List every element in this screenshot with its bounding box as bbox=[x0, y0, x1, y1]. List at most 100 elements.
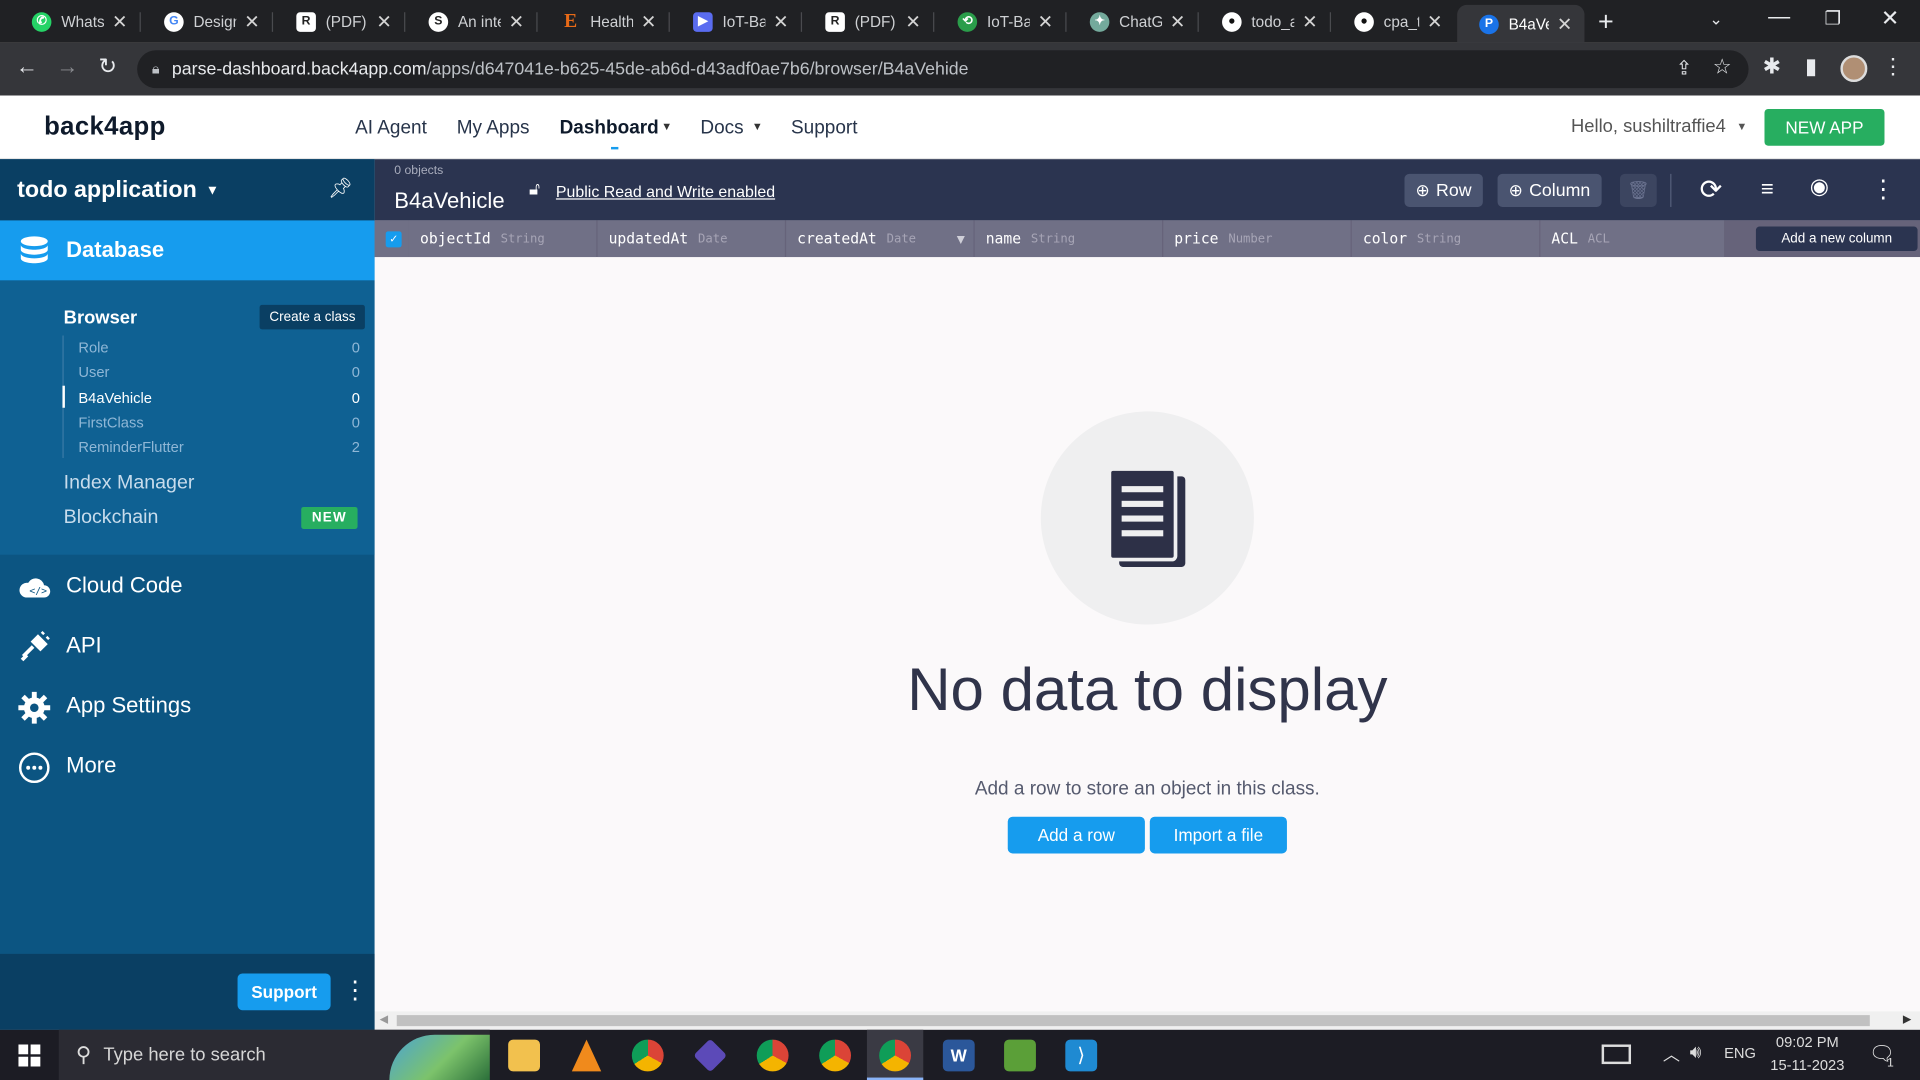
browser-tab[interactable]: ✆ Whats/ ✕ bbox=[10, 5, 140, 38]
close-tab-icon[interactable]: ✕ bbox=[376, 10, 391, 33]
browser-menu-icon[interactable]: ⋮ bbox=[1878, 54, 1907, 80]
windows-start-icon[interactable] bbox=[18, 1044, 41, 1067]
column-header[interactable]: color String bbox=[1351, 220, 1540, 258]
file-explorer-icon[interactable] bbox=[508, 1039, 540, 1072]
clock-time[interactable]: 09:02 PM bbox=[1771, 1033, 1844, 1050]
column-header[interactable]: price Number bbox=[1163, 220, 1351, 258]
import-file-button[interactable]: Import a file bbox=[1149, 816, 1287, 854]
column-header[interactable]: createdAt Date ▼ bbox=[786, 220, 974, 258]
browser-tab[interactable]: R (PDF) T ✕ bbox=[274, 5, 404, 38]
add-row-button[interactable]: ⊕ Row bbox=[1404, 173, 1483, 207]
tab-search-icon[interactable]: ⌄ bbox=[1709, 10, 1722, 30]
sidebar-item-app-settings[interactable]: App Settings bbox=[66, 693, 191, 719]
sidebar-item-cloud-code[interactable]: Cloud Code bbox=[66, 573, 182, 599]
notepad-plus-icon[interactable] bbox=[1004, 1039, 1036, 1072]
clock-date[interactable]: 15-11-2023 bbox=[1763, 1057, 1851, 1074]
chrome-profile-icon[interactable] bbox=[756, 1039, 789, 1072]
close-tab-icon[interactable]: ✕ bbox=[641, 10, 656, 33]
chrome-profile-icon[interactable] bbox=[819, 1039, 852, 1072]
language-indicator[interactable]: ENG bbox=[1724, 1044, 1756, 1061]
url-field[interactable]: 🔒︎ parse-dashboard.back4app.com/apps/d64… bbox=[137, 50, 1749, 89]
pin-icon[interactable]: 📌︎ bbox=[328, 176, 353, 200]
scroll-left-icon[interactable]: ◀ bbox=[380, 1013, 388, 1026]
side-panel-icon[interactable]: ▮ bbox=[1796, 54, 1825, 80]
new-app-button[interactable]: NEW APP bbox=[1764, 108, 1885, 146]
nav-support[interactable]: Support bbox=[791, 118, 857, 140]
nav-ai-agent[interactable]: AI Agent bbox=[355, 118, 427, 140]
close-tab-icon[interactable]: ✕ bbox=[1302, 10, 1317, 33]
browser-tab[interactable]: ● cpa_ta ✕ bbox=[1332, 5, 1454, 38]
taskbar-search-box[interactable]: ⚲ Type here to search bbox=[58, 1029, 490, 1080]
forward-icon[interactable]: → bbox=[53, 54, 82, 80]
volume-icon[interactable]: 🔊︎ bbox=[1690, 1042, 1702, 1063]
close-tab-icon[interactable]: ✕ bbox=[905, 10, 920, 33]
extensions-icon[interactable]: ✱ bbox=[1757, 54, 1786, 80]
column-header[interactable]: updatedAt Date bbox=[597, 220, 785, 258]
close-tab-icon[interactable]: ✕ bbox=[244, 10, 259, 33]
sidebar-item-api[interactable]: API bbox=[66, 633, 102, 659]
app-selector[interactable]: todo application ▼ 📌︎ bbox=[0, 159, 375, 221]
word-icon[interactable]: W bbox=[942, 1039, 975, 1072]
close-tab-icon[interactable]: ✕ bbox=[509, 10, 524, 33]
restore-icon[interactable]: ❐ bbox=[1824, 7, 1840, 30]
scrollbar-thumb[interactable] bbox=[396, 1015, 1870, 1027]
more-options-icon[interactable]: ⋮ bbox=[1871, 174, 1895, 205]
visual-studio-icon[interactable] bbox=[693, 1038, 728, 1073]
sidebar-item-more[interactable]: More bbox=[66, 753, 116, 779]
browser-tab[interactable]: S An inte ✕ bbox=[407, 5, 537, 38]
browser-tab[interactable]: ✦ ChatGP ✕ bbox=[1068, 5, 1198, 38]
reload-icon[interactable]: ↻ bbox=[93, 54, 122, 80]
browser-tab[interactable]: R (PDF) T ✕ bbox=[803, 5, 933, 38]
browser-tab[interactable]: ▶ IoT-Ba ✕ bbox=[671, 5, 801, 38]
browser-tab[interactable]: G Design ✕ bbox=[142, 5, 272, 38]
vscode-icon[interactable]: ⟩ bbox=[1065, 1039, 1098, 1072]
back-icon[interactable]: ← bbox=[12, 54, 41, 80]
sort-descending-icon[interactable]: ▼ bbox=[957, 231, 965, 247]
chevron-up-icon[interactable]: ︿ bbox=[1663, 1042, 1680, 1066]
filter-icon[interactable]: ≡ bbox=[1761, 176, 1774, 202]
browser-tab[interactable]: ⟲ IoT-Ba ✕ bbox=[936, 5, 1066, 38]
column-header[interactable]: name String bbox=[974, 220, 1163, 258]
support-button[interactable]: Support bbox=[237, 973, 331, 1011]
close-tab-icon[interactable]: ✕ bbox=[1557, 13, 1572, 35]
user-greeting[interactable]: Hello, sushiltraffie4 bbox=[1571, 116, 1726, 137]
nav-dashboard[interactable]: Dashboard bbox=[560, 118, 659, 140]
horizontal-scrollbar[interactable]: ◀ ▶ bbox=[374, 1011, 1920, 1030]
keyboard-icon[interactable] bbox=[1601, 1044, 1632, 1065]
close-tab-icon[interactable]: ✕ bbox=[112, 10, 127, 33]
delete-button[interactable]: 🗑︎ bbox=[1620, 173, 1657, 207]
sidebar-item-browser[interactable]: Browser bbox=[64, 307, 138, 328]
minimize-icon[interactable]: — bbox=[1768, 4, 1790, 30]
browser-tab-active[interactable]: P B4aVeh ✕ bbox=[1457, 4, 1585, 43]
refresh-icon[interactable]: ⟳ bbox=[1700, 174, 1723, 206]
scroll-right-icon[interactable]: ▶ bbox=[1903, 1013, 1911, 1026]
sidebar-item-database[interactable]: Database bbox=[0, 220, 375, 281]
close-tab-icon[interactable]: ✕ bbox=[1170, 10, 1185, 33]
column-header[interactable]: objectId String bbox=[408, 220, 597, 258]
sidebar-item-index-manager[interactable]: Index Manager bbox=[64, 473, 195, 495]
share-icon[interactable]: ⇪ bbox=[1676, 56, 1692, 80]
permissions-link[interactable]: Public Read and Write enabled bbox=[556, 182, 775, 200]
class-item-b4avehicle[interactable]: B4aVehicle bbox=[78, 389, 152, 406]
bookmark-star-icon[interactable]: ☆ bbox=[1713, 55, 1732, 79]
close-tab-icon[interactable]: ✕ bbox=[1427, 10, 1442, 33]
chrome-icon[interactable] bbox=[631, 1039, 664, 1072]
add-new-column-button[interactable]: Add a new column bbox=[1755, 226, 1918, 252]
close-tab-icon[interactable]: ✕ bbox=[1038, 10, 1053, 33]
brand-logo[interactable]: back4app bbox=[44, 113, 166, 142]
class-item-user[interactable]: User bbox=[78, 364, 109, 381]
chrome-active-icon[interactable] bbox=[879, 1039, 912, 1072]
browser-tab[interactable]: E Health ✕ bbox=[539, 5, 669, 38]
vlc-icon[interactable] bbox=[571, 1039, 602, 1072]
class-item-firstclass[interactable]: FirstClass bbox=[78, 414, 143, 431]
nav-docs[interactable]: Docs bbox=[700, 118, 743, 140]
close-tab-icon[interactable]: ✕ bbox=[773, 10, 788, 33]
class-item-role[interactable]: Role bbox=[78, 339, 108, 356]
add-a-row-button[interactable]: Add a row bbox=[1007, 816, 1145, 854]
profile-avatar[interactable] bbox=[1840, 55, 1868, 83]
browser-tab[interactable]: ● todo_a ✕ bbox=[1200, 5, 1330, 38]
column-header[interactable]: ACL ACL bbox=[1540, 220, 1725, 258]
class-item-reminderflutter[interactable]: ReminderFlutter bbox=[78, 438, 183, 455]
new-tab-icon[interactable]: + bbox=[1598, 6, 1614, 38]
nav-my-apps[interactable]: My Apps bbox=[457, 118, 530, 140]
